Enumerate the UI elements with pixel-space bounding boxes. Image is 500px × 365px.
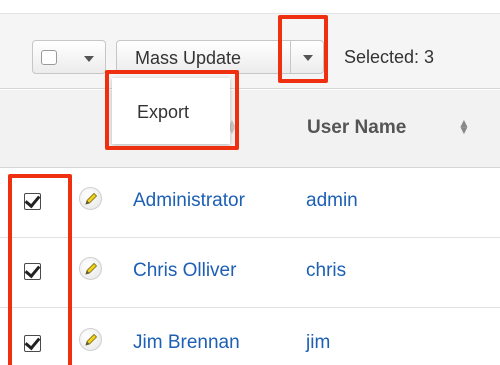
selected-count-text: Selected: 3 — [344, 47, 435, 67]
select-all-dropdown[interactable] — [32, 40, 106, 74]
table-row: Jim Brennan jim — [0, 308, 500, 365]
pencil-icon[interactable] — [79, 257, 102, 280]
sort-icon[interactable]: ▲ ▼ — [458, 117, 470, 136]
list-toolbar: Mass Update Selected: 3 — [0, 14, 500, 89]
full-name-link[interactable]: Jim Brennan — [133, 332, 240, 354]
highlight-box-checkboxes — [8, 174, 72, 365]
highlight-box-caret — [278, 15, 328, 83]
page-top-edge — [0, 0, 500, 14]
pencil-icon[interactable] — [79, 187, 102, 210]
select-all-checkbox[interactable] — [41, 50, 57, 65]
user-name-link[interactable]: jim — [306, 332, 330, 354]
full-name-link[interactable]: Chris Olliver — [133, 260, 236, 282]
mass-update-label: Mass Update — [135, 48, 242, 68]
user-name-link[interactable]: chris — [306, 260, 346, 282]
user-name-link[interactable]: admin — [306, 190, 358, 212]
table-row: Administrator admin — [0, 168, 500, 238]
table-row: Chris Olliver chris — [0, 238, 500, 308]
column-header-user-name[interactable]: User Name — [307, 117, 406, 139]
table-header-row: ▲ ▼ User Name ▲ ▼ — [0, 90, 500, 168]
highlight-box-export — [105, 70, 239, 150]
full-name-link[interactable]: Administrator — [133, 190, 245, 212]
chevron-down-icon — [84, 56, 94, 62]
pencil-icon[interactable] — [79, 328, 102, 351]
